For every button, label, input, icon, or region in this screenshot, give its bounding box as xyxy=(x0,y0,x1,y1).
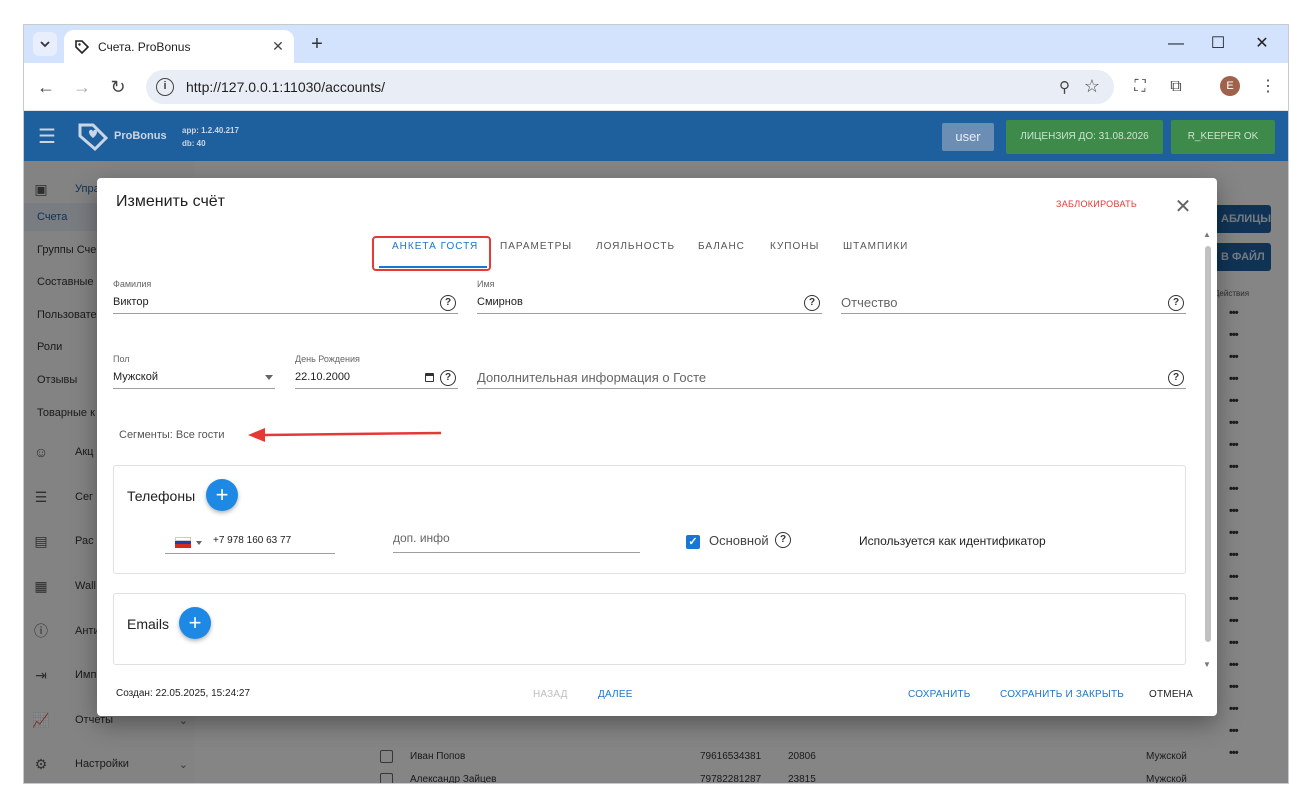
phones-panel: Телефоны + xyxy=(113,465,1186,574)
rkeeper-status-button[interactable]: R_KEEPER OK xyxy=(1171,120,1275,154)
license-button[interactable]: ЛИЦЕНЗИЯ ДО: 31.08.2026 xyxy=(1006,120,1163,154)
first-name-label: Имя xyxy=(477,279,495,289)
segments-text: Сегменты: Все гости xyxy=(119,429,225,441)
gender-select[interactable]: Пол Мужской xyxy=(113,354,275,389)
browser-menu-icon[interactable]: ⋮ xyxy=(1256,75,1280,99)
phone-extra-placeholder: доп. инфо xyxy=(393,531,450,545)
phones-title: Телефоны xyxy=(127,488,196,504)
tab-coupons[interactable]: КУПОНЫ xyxy=(770,241,819,252)
maximize-icon[interactable]: ☐ xyxy=(1207,33,1229,55)
chevron-down-icon xyxy=(40,41,50,48)
back-button[interactable]: НАЗАД xyxy=(533,689,568,700)
tab-parameters[interactable]: ПАРАМЕТРЫ xyxy=(500,241,572,252)
cancel-button[interactable]: ОТМЕНА xyxy=(1149,689,1193,700)
zoom-icon[interactable]: ⚲ xyxy=(1059,78,1070,96)
extra-info-placeholder: Дополнительная информация о Госте xyxy=(477,370,707,385)
scroll-up-arrow-icon[interactable]: ▲ xyxy=(1203,230,1211,239)
tab-balance[interactable]: БАЛАНС xyxy=(698,241,745,252)
bookmark-star-icon[interactable]: ☆ xyxy=(1084,76,1100,97)
back-arrow-icon[interactable]: ← xyxy=(34,75,58,99)
help-circle-icon[interactable]: ? xyxy=(1168,295,1184,311)
gender-label: Пол xyxy=(113,354,130,364)
phone-field[interactable]: +7 978 160 63 77 xyxy=(165,528,335,554)
block-button[interactable]: ЗАБЛОКИРОВАТЬ xyxy=(1056,199,1137,209)
db-version: db: 40 xyxy=(182,139,206,148)
emails-title: Emails xyxy=(127,616,170,632)
extensions-icon[interactable]: ⧉ xyxy=(1164,75,1188,99)
edit-account-dialog: Изменить счёт ЗАБЛОКИРОВАТЬ ✕ АНКЕТА ГОС… xyxy=(97,178,1217,716)
browser-tab-active[interactable]: Счета. ProBonus ✕ xyxy=(64,30,294,63)
dropdown-arrow-icon xyxy=(265,375,273,380)
help-circle-icon[interactable]: ? xyxy=(804,295,820,311)
browser-window: Счета. ProBonus ✕ + — ☐ ✕ ← → ↻ i http:/… xyxy=(23,24,1289,784)
minimize-icon[interactable]: — xyxy=(1165,33,1187,55)
url-text: http://127.0.0.1:11030/accounts/ xyxy=(186,79,386,95)
extra-info-field[interactable]: Дополнительная информация о Госте ? xyxy=(477,367,1186,389)
primary-checkbox[interactable]: ✓ xyxy=(686,535,700,549)
version-info: app: 1.2.40.217 db: 40 xyxy=(182,124,239,150)
first-name-value: Смирнов xyxy=(477,296,523,308)
emails-panel: Emails + xyxy=(113,593,1186,665)
last-name-field[interactable]: Фамилия Виктор ? xyxy=(113,279,458,314)
close-window-icon[interactable]: ✕ xyxy=(1251,33,1273,55)
forward-arrow-icon[interactable]: → xyxy=(70,75,94,99)
middle-name-placeholder: Отчество xyxy=(841,295,898,310)
app-version: app: 1.2.40.217 xyxy=(182,126,239,135)
last-name-value: Виктор xyxy=(113,296,149,308)
tab-title: Счета. ProBonus xyxy=(98,39,191,54)
close-dialog-icon[interactable]: ✕ xyxy=(1174,194,1192,219)
calendar-icon[interactable] xyxy=(425,373,434,382)
browser-toolbar: ← → ↻ i http://127.0.0.1:11030/accounts/… xyxy=(24,63,1288,111)
help-circle-icon[interactable]: ? xyxy=(1168,370,1184,386)
scroll-down-arrow-icon[interactable]: ▼ xyxy=(1203,660,1211,669)
reload-icon[interactable]: ↻ xyxy=(106,75,130,99)
help-circle-icon[interactable]: ? xyxy=(440,370,456,386)
address-bar[interactable]: i http://127.0.0.1:11030/accounts/ ⚲ ☆ xyxy=(146,70,1114,104)
next-button[interactable]: ДАЛЕЕ xyxy=(598,689,633,700)
first-name-field[interactable]: Имя Смирнов ? xyxy=(477,279,822,314)
add-phone-button[interactable]: + xyxy=(206,479,238,511)
dropdown-arrow-icon[interactable] xyxy=(196,541,202,545)
last-name-label: Фамилия xyxy=(113,279,152,289)
tab-guest-profile[interactable]: АНКЕТА ГОСТЯ xyxy=(392,241,478,252)
help-circle-icon[interactable]: ? xyxy=(775,532,791,548)
profile-avatar[interactable]: E xyxy=(1220,76,1240,96)
birthday-value: 22.10.2000 xyxy=(295,371,351,383)
save-button[interactable]: СОХРАНИТЬ xyxy=(908,689,971,700)
add-email-button[interactable]: + xyxy=(179,607,211,639)
save-and-close-button[interactable]: СОХРАНИТЬ И ЗАКРЫТЬ xyxy=(1000,689,1124,700)
new-tab-button[interactable]: + xyxy=(306,33,328,55)
browser-tabbar: Счета. ProBonus ✕ + — ☐ ✕ xyxy=(24,25,1288,63)
tab-loyalty[interactable]: ЛОЯЛЬНОСТЬ xyxy=(596,241,675,252)
birthday-field[interactable]: День Рождения 22.10.2000 ? xyxy=(295,354,458,389)
tag-logo-icon xyxy=(75,39,90,54)
annotation-arrow-icon xyxy=(248,428,442,442)
brand-name: ProBonus xyxy=(114,130,167,142)
gender-value: Мужской xyxy=(113,371,158,383)
app-header: ☰ ProBonus app: 1.2.40.217 db: 40 user Л… xyxy=(24,111,1288,161)
phone-value: +7 978 160 63 77 xyxy=(213,535,292,546)
user-button[interactable]: user xyxy=(942,123,994,151)
tab-stamps[interactable]: ШТАМПИКИ xyxy=(843,241,908,252)
close-tab-icon[interactable]: ✕ xyxy=(268,38,288,55)
created-timestamp: Создан: 22.05.2025, 15:24:27 xyxy=(116,688,251,699)
site-info-icon[interactable]: i xyxy=(156,78,174,96)
active-tab-indicator xyxy=(379,266,487,268)
hamburger-menu-icon[interactable]: ☰ xyxy=(38,124,56,149)
screenshot-icon[interactable]: ⛶ xyxy=(1128,75,1152,99)
help-circle-icon[interactable]: ? xyxy=(440,295,456,311)
birthday-label: День Рождения xyxy=(295,354,360,364)
tab-search-button[interactable] xyxy=(33,32,57,56)
primary-label: Основной xyxy=(709,533,769,548)
middle-name-field[interactable]: Отчество ? xyxy=(841,292,1186,314)
probonus-logo-icon xyxy=(78,123,109,152)
phone-extra-info-field[interactable]: доп. инфо xyxy=(393,528,640,553)
scrollbar-thumb[interactable] xyxy=(1205,246,1211,642)
dialog-title: Изменить счёт xyxy=(116,193,225,210)
identifier-text: Используется как идентификатор xyxy=(859,534,1046,548)
russia-flag-icon[interactable] xyxy=(175,537,191,548)
